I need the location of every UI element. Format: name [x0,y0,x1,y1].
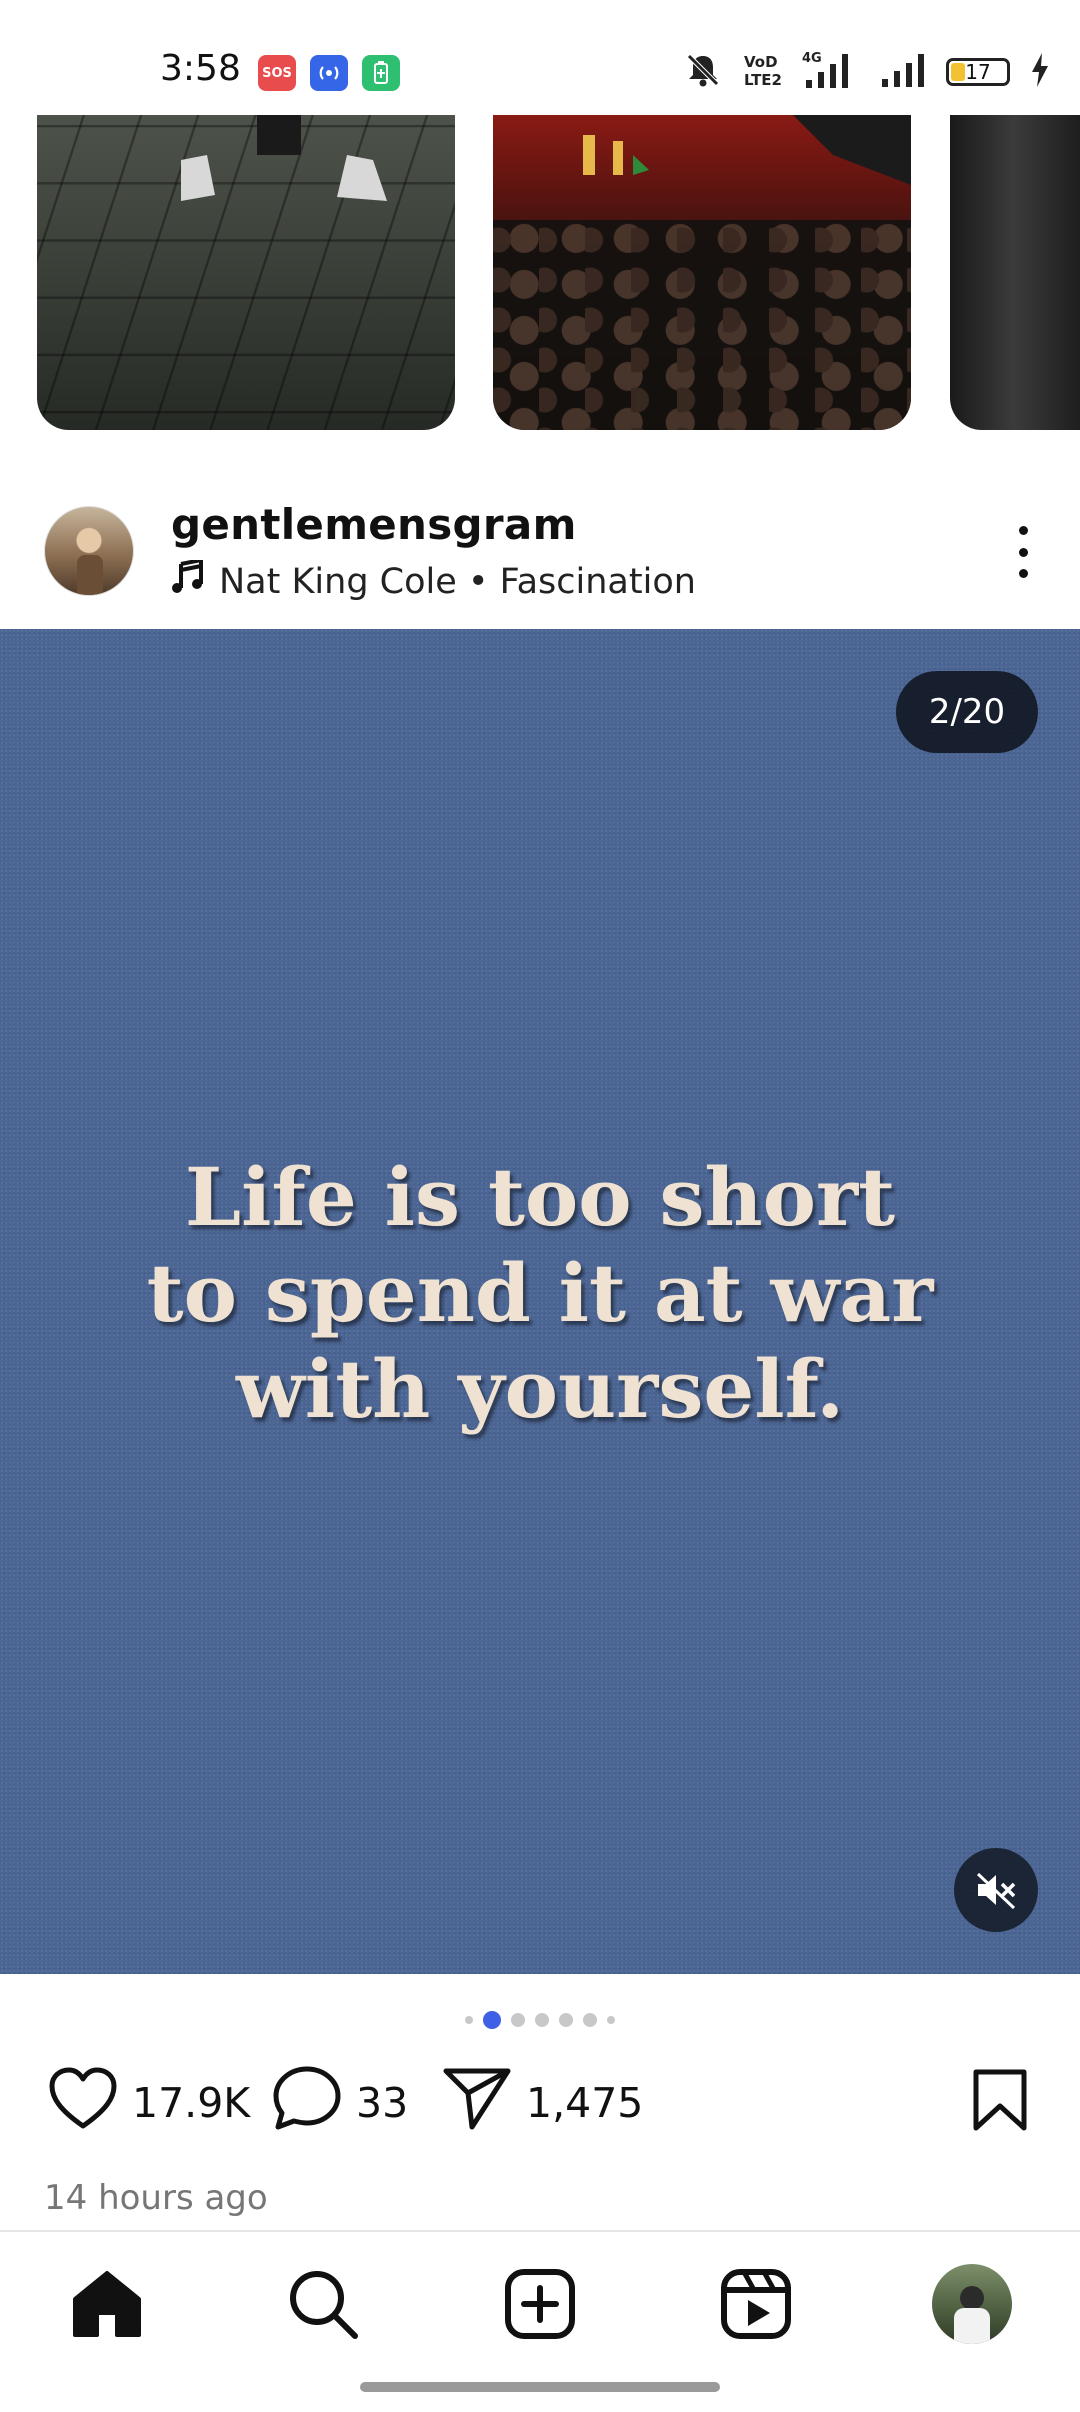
svg-text:LTE2: LTE2 [744,71,782,89]
carousel-dot [607,2016,615,2024]
battery-level: 17 [965,60,991,84]
carousel-dot [559,2013,573,2027]
quote-text: Life is too short to spend it at war wit… [0,1149,1080,1437]
post-media[interactable]: 2/20 Life is too short to spend it at wa… [0,629,1080,1974]
comment-button[interactable]: 33 [272,2060,408,2146]
battery-saver-icon [362,55,400,91]
post-header: gentlemensgram Nat King Cole • Fascinati… [0,490,1080,610]
carousel-dot [511,2013,525,2027]
svg-text:4G: 4G [802,51,822,66]
like-button[interactable]: 17.9K [48,2060,250,2146]
quote-line-1: Life is too short [184,1150,896,1244]
mute-audio-icon[interactable] [954,1848,1038,1932]
post-username[interactable]: gentlemensgram [171,500,577,549]
status-icons: VoD LTE2 4G 17 [684,50,1050,94]
carousel-dot-active [483,2011,501,2029]
bookmark-icon [972,2069,1028,2136]
carousel-dot [465,2016,473,2024]
music-note-icon [171,557,203,603]
post-author-avatar[interactable] [44,506,134,596]
status-bar: 3:58 SOS VoD LTE2 4G 17 [0,0,1080,115]
thumbnail-1[interactable] [37,115,455,430]
media-counter: 2/20 [896,671,1038,753]
create-icon[interactable] [500,2264,580,2344]
quote-line-3: with yourself. [235,1342,845,1436]
post-music[interactable]: Nat King Cole • Fascination [171,557,696,603]
home-indicator[interactable] [360,2382,720,2392]
battery-icon: 17 [946,58,1010,86]
suggested-thumbnails [0,115,1080,430]
more-options-icon[interactable] [1008,526,1038,578]
thumbnail-2[interactable] [493,115,911,430]
music-label: Nat King Cole • Fascination [219,561,696,602]
hotspot-icon [310,55,348,91]
carousel-dot [535,2013,549,2027]
reels-icon[interactable] [716,2264,796,2344]
share-count: 1,475 [526,2079,644,2127]
quote-line-2: to spend it at war [146,1246,934,1340]
carousel-dots [0,2008,1080,2032]
comment-count: 33 [356,2079,409,2127]
profile-avatar[interactable] [932,2264,1012,2344]
send-icon [442,2065,512,2141]
save-button[interactable] [972,2068,1028,2137]
signal-4g-icon: 4G [802,50,860,95]
search-icon[interactable] [283,2264,363,2344]
status-time: 3:58 [160,48,241,89]
sos-icon: SOS [258,55,296,91]
mute-bell-icon [684,51,722,94]
charging-icon [1030,52,1050,92]
post-actions: 17.9K 33 1,475 [0,2060,1080,2146]
thumbnail-3[interactable] [950,115,1080,430]
comment-icon [272,2065,342,2141]
home-icon[interactable] [67,2264,147,2344]
volte-icon: VoD LTE2 [742,51,782,94]
signal-icon [880,51,926,94]
post-timestamp: 14 hours ago [44,2178,268,2218]
like-count: 17.9K [132,2079,251,2127]
svg-text:VoD: VoD [744,53,778,71]
carousel-dot [583,2013,597,2027]
heart-icon [48,2066,118,2140]
share-button[interactable]: 1,475 [442,2060,643,2146]
